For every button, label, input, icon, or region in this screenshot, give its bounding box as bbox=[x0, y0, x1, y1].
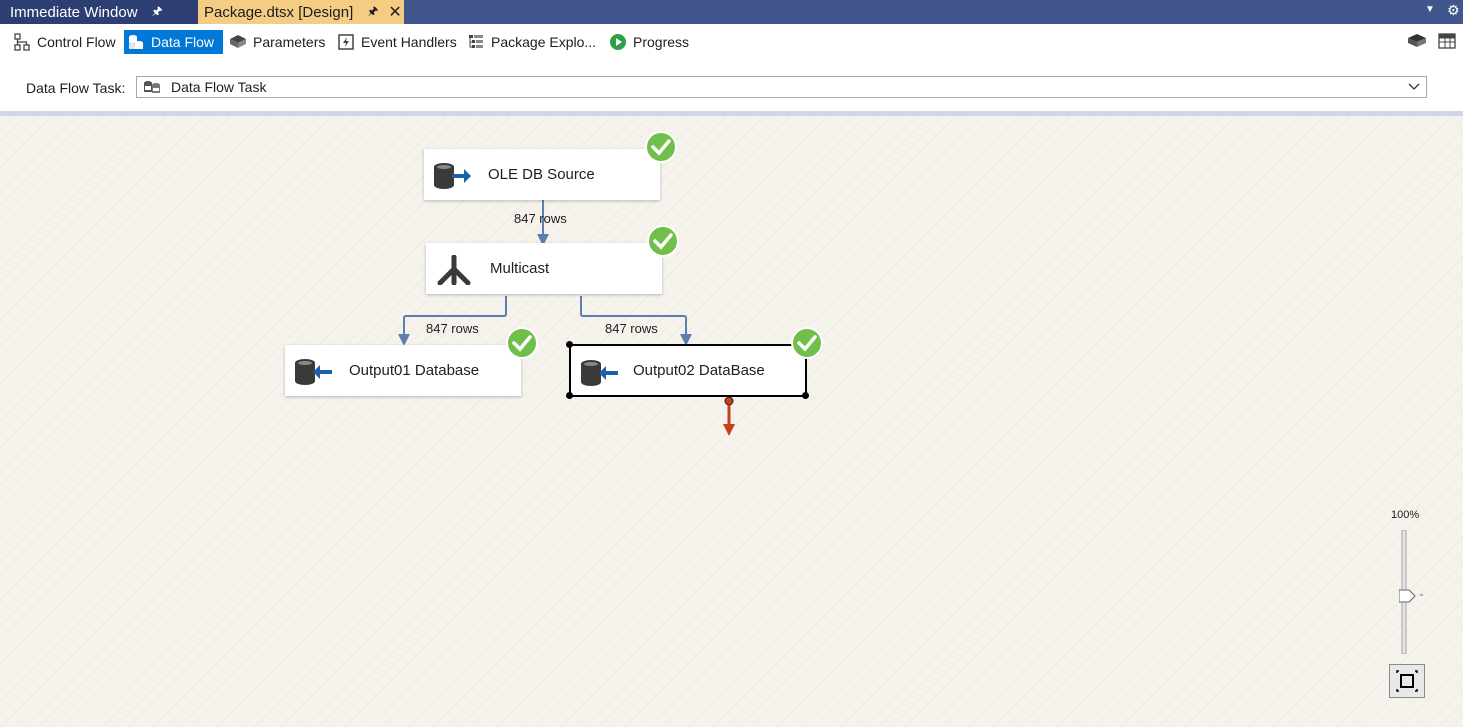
tab-control-flow[interactable]: Control Flow bbox=[10, 30, 119, 54]
control-flow-icon bbox=[14, 33, 30, 51]
package-explorer-icon bbox=[469, 35, 483, 48]
parameters-icon bbox=[230, 35, 246, 48]
tab-data-flow[interactable]: Data Flow bbox=[124, 30, 223, 54]
zoom-to-fit-button[interactable] bbox=[1389, 664, 1425, 698]
gear-icon[interactable]: ⚙ bbox=[1447, 2, 1460, 19]
component-multicast[interactable]: Multicast bbox=[426, 243, 662, 294]
resize-handle[interactable] bbox=[566, 341, 573, 348]
chevron-down-icon[interactable]: ▼ bbox=[1425, 4, 1435, 15]
multicast-icon bbox=[437, 255, 471, 285]
ole-db-destination-icon bbox=[295, 359, 332, 385]
data-flow-task-select[interactable]: Data Flow Task bbox=[136, 76, 1427, 98]
tab-progress[interactable]: Progress bbox=[606, 30, 692, 54]
tab-event-handlers[interactable]: Event Handlers bbox=[334, 30, 460, 54]
component-label: Output02 DataBase bbox=[633, 362, 765, 379]
success-check-icon bbox=[506, 327, 538, 359]
document-tab-strip: Immediate Window 🖈 Package.dtsx [Design]… bbox=[0, 0, 1463, 24]
zoom-level-label: 100% bbox=[1391, 509, 1420, 521]
row-count-label: 847 rows bbox=[514, 211, 567, 226]
resize-handle[interactable] bbox=[802, 392, 809, 399]
zoom-slider[interactable] bbox=[1399, 530, 1427, 654]
pin-icon[interactable]: 🖈 bbox=[367, 2, 378, 23]
component-output02-database[interactable]: Output02 DataBase bbox=[569, 344, 807, 397]
zoom-slider-thumb bbox=[1399, 589, 1416, 603]
grid-options-icon[interactable] bbox=[1438, 32, 1456, 50]
data-flow-icon bbox=[129, 35, 143, 49]
chevron-down-icon[interactable] bbox=[1408, 80, 1420, 92]
row-count-label: 847 rows bbox=[426, 321, 479, 336]
ole-db-source-icon bbox=[434, 163, 471, 189]
tab-label: Package Explo... bbox=[491, 34, 597, 50]
tab-label: Event Handlers bbox=[361, 34, 457, 50]
tab-package-explorer[interactable]: Package Explo... bbox=[464, 30, 599, 54]
success-check-icon bbox=[791, 327, 823, 359]
designer-toolbar: Control Flow Data Flow Parameters Event … bbox=[0, 24, 1463, 111]
variables-icon[interactable] bbox=[1407, 32, 1427, 50]
tab-parameters[interactable]: Parameters bbox=[226, 30, 328, 54]
tab-package-design[interactable]: Package.dtsx [Design] 🖈 ✕ bbox=[198, 0, 404, 24]
component-output01-database[interactable]: Output01 Database bbox=[285, 345, 521, 396]
event-handlers-icon bbox=[338, 34, 354, 50]
tab-immediate-window[interactable]: Immediate Window 🖈 bbox=[0, 0, 198, 24]
tab-label: Control Flow bbox=[37, 34, 116, 50]
tab-label: Data Flow bbox=[151, 34, 215, 50]
tab-label: Package.dtsx [Design] bbox=[204, 3, 354, 21]
row-count-label: 847 rows bbox=[605, 321, 658, 336]
success-check-icon bbox=[645, 131, 677, 163]
pin-icon[interactable]: 🖈 bbox=[152, 2, 163, 23]
progress-icon bbox=[610, 34, 626, 50]
tab-label: Progress bbox=[633, 34, 690, 50]
data-flow-canvas[interactable]: 847 rows 847 rows 847 rows OLE DB Source… bbox=[0, 116, 1463, 727]
tab-label: Immediate Window bbox=[10, 3, 138, 21]
tab-label: Parameters bbox=[253, 34, 326, 50]
ole-db-destination-icon bbox=[581, 360, 618, 386]
component-label: OLE DB Source bbox=[488, 166, 595, 183]
error-output-arrow[interactable] bbox=[723, 396, 735, 436]
resize-handle[interactable] bbox=[566, 392, 573, 399]
component-ole-db-source[interactable]: OLE DB Source bbox=[424, 149, 660, 200]
component-label: Multicast bbox=[490, 260, 550, 277]
component-label: Output01 Database bbox=[349, 362, 480, 379]
data-flow-task-value: Data Flow Task bbox=[171, 79, 267, 95]
data-flow-task-label: Data Flow Task: bbox=[26, 80, 126, 96]
success-check-icon bbox=[647, 225, 679, 257]
data-flow-task-icon bbox=[144, 81, 160, 93]
fit-to-window-icon bbox=[1396, 670, 1418, 692]
close-icon[interactable]: ✕ bbox=[388, 2, 401, 22]
